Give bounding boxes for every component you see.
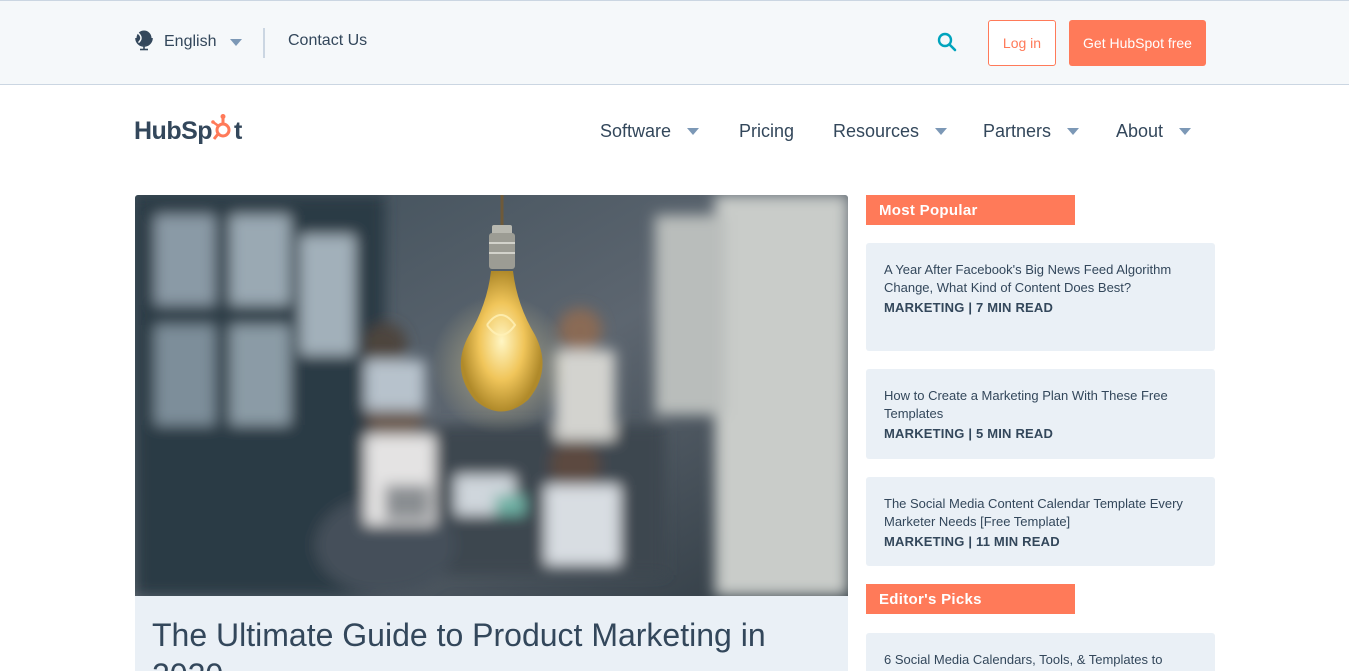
chevron-down-icon [1179, 127, 1192, 135]
nav-partners[interactable]: Partners [983, 118, 1080, 144]
logo-text-end: t [234, 116, 242, 145]
nav-pricing[interactable]: Pricing [739, 118, 794, 144]
chevron-down-icon [935, 127, 948, 135]
contact-us-link[interactable]: Contact Us [288, 32, 367, 50]
post-meta: MARKETING | 7 MIN READ [884, 300, 1054, 315]
nav-label: About [1116, 120, 1164, 141]
utility-bar: English Contact Us Log in Get HubSpot fr… [0, 0, 1349, 85]
featured-article[interactable]: The Ultimate Guide to Product Marketing … [135, 195, 848, 671]
chevron-down-icon [230, 38, 243, 46]
search-icon[interactable] [935, 30, 959, 54]
editors-pick-card[interactable]: 6 Social Media Calendars, Tools, & Templ… [866, 633, 1215, 671]
nav-label: Software [600, 120, 672, 141]
logo-text-start: HubSp [134, 116, 213, 145]
article-title[interactable]: The Ultimate Guide to Product Marketing … [152, 615, 832, 671]
popular-post-card[interactable]: A Year After Facebook's Big News Feed Al… [866, 243, 1215, 351]
post-title: A Year After Facebook's Big News Feed Al… [884, 262, 1172, 295]
nav-resources[interactable]: Resources [833, 118, 948, 144]
chevron-down-icon [1067, 127, 1080, 135]
language-label: English [164, 33, 217, 50]
language-selector[interactable]: English [134, 29, 243, 56]
nav-software[interactable]: Software [600, 118, 700, 144]
login-button[interactable]: Log in [988, 20, 1056, 66]
hubspot-sprocket-icon [211, 113, 234, 150]
divider [263, 28, 265, 58]
nav-about[interactable]: About [1116, 118, 1192, 144]
popular-post-card[interactable]: The Social Media Content Calendar Templa… [866, 477, 1215, 566]
get-hubspot-free-button[interactable]: Get HubSpot free [1069, 20, 1206, 66]
hubspot-logo[interactable]: HubSp t [134, 113, 242, 150]
post-title: The Social Media Content Calendar Templa… [884, 496, 1183, 529]
popular-post-card[interactable]: How to Create a Marketing Plan With Thes… [866, 369, 1215, 459]
most-popular-heading: Most Popular [866, 195, 1075, 225]
nav-label: Partners [983, 120, 1052, 141]
hero-image [135, 195, 848, 596]
post-meta: MARKETING | 11 MIN READ [884, 534, 1060, 549]
nav-label: Pricing [739, 120, 795, 141]
chevron-down-icon [687, 127, 700, 135]
nav-label: Resources [833, 120, 920, 141]
globe-icon [134, 29, 154, 56]
post-meta: MARKETING | 5 MIN READ [884, 426, 1054, 441]
post-title: 6 Social Media Calendars, Tools, & Templ… [884, 652, 1163, 667]
editors-picks-heading: Editor's Picks [866, 584, 1075, 614]
post-title: How to Create a Marketing Plan With Thes… [884, 388, 1168, 421]
